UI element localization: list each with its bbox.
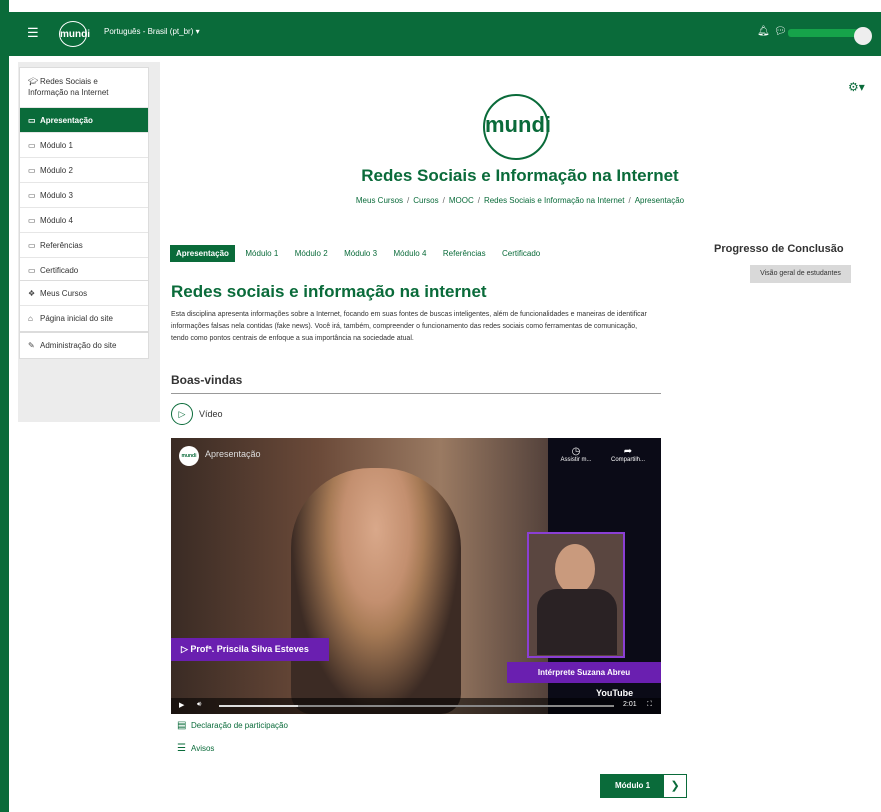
presenter-figure (291, 468, 461, 714)
courses-icon: ❖ (28, 289, 36, 298)
breadcrumb-meus-cursos[interactable]: Meus Cursos (356, 196, 403, 205)
admin-nav-block: ✎ Administração do site (19, 332, 149, 359)
hamburger-menu-icon[interactable]: ☰ (27, 26, 39, 40)
video-activity-label: Vídeo (199, 409, 223, 419)
user-avatar[interactable] (854, 27, 872, 45)
wrench-icon: ✎ (28, 341, 35, 350)
interpreter-face (555, 544, 595, 594)
participation-declaration-link[interactable]: ▤ Declaração de participação (177, 720, 288, 731)
sidebar-item-course[interactable]: 🎓︎ Redes Sociais e Informação na Internet (20, 68, 148, 108)
student-overview-button[interactable]: Visão geral de estudantes (750, 265, 851, 283)
certificate-icon: ▤ (177, 720, 187, 731)
sidebar-item-referencias[interactable]: ▭ Referências (20, 233, 148, 258)
breadcrumb-current[interactable]: Apresentação (635, 196, 684, 205)
youtube-video-player[interactable]: mundi Apresentação ◷ Assistir m... ➦ Compa… (171, 438, 661, 714)
channel-logo[interactable]: mundi (179, 446, 199, 466)
next-module-label: Módulo 1 (601, 775, 665, 797)
sidebar-item-modulo-3[interactable]: ▭ Módulo 3 (20, 183, 148, 208)
section-tabs: Apresentação Módulo 1 Módulo 2 Módulo 3 … (170, 243, 546, 262)
welcome-heading: Boas-vindas (171, 373, 243, 387)
sidebar-item-modulo-1[interactable]: ▭ Módulo 1 (20, 133, 148, 158)
youtube-logo[interactable]: YouTube (596, 688, 633, 698)
forum-icon: ☰ (177, 743, 186, 754)
interpreter-name-banner: Intérprete Suzana Abreu (507, 662, 661, 683)
completion-progress-title: Progresso de Conclusão (714, 243, 844, 255)
breadcrumb: Meus Cursos / Cursos / MOOC / Redes Sociais e … (355, 196, 685, 205)
folder-icon: ▭ (28, 116, 36, 125)
interpreter-body (537, 589, 617, 655)
tab-modulo-2[interactable]: Módulo 2 (289, 245, 334, 262)
intro-text: Esta disciplina apresenta informações so… (171, 311, 647, 342)
home-icon: ⌂ (28, 314, 33, 323)
graduation-cap-icon: 🎓︎ (28, 77, 39, 86)
notification-bell-icon[interactable]: 🔔︎ (757, 26, 770, 37)
volume-icon[interactable]: 🔊︎ (197, 701, 201, 709)
sidebar-item-admin[interactable]: ✎ Administração do site (20, 333, 148, 358)
watch-later-button[interactable]: ◷ Assistir m... (551, 446, 601, 463)
course-nav-block: 🎓︎ Redes Sociais e Informação na Internet… (19, 67, 149, 284)
sidebar-item-apresentacao[interactable]: ▭ Apresentação (20, 108, 148, 133)
play-icon[interactable]: ▶ (179, 701, 184, 709)
announcements-link[interactable]: ☰ Avisos (177, 743, 214, 754)
video-progress-fill (219, 705, 298, 707)
tab-modulo-1[interactable]: Módulo 1 (239, 245, 284, 262)
breadcrumb-mooc[interactable]: MOOC (449, 196, 474, 205)
divider (171, 393, 661, 394)
tab-referencias[interactable]: Referências (437, 245, 492, 262)
tab-modulo-4[interactable]: Módulo 4 (388, 245, 433, 262)
settings-gear-icon[interactable]: ⚙▾ (848, 80, 865, 94)
sidebar-item-modulo-2[interactable]: ▭ Módulo 2 (20, 158, 148, 183)
video-time: 2:01 (623, 701, 637, 708)
folder-icon: ▭ (28, 241, 36, 250)
tab-modulo-3[interactable]: Módulo 3 (338, 245, 383, 262)
folder-icon: ▭ (28, 216, 36, 225)
mundi-logo[interactable]: mundi (59, 21, 90, 47)
clock-icon: ◷ (571, 446, 581, 457)
fullscreen-icon[interactable]: ⛶ (647, 701, 652, 709)
sidebar-item-modulo-4[interactable]: ▭ Módulo 4 (20, 208, 148, 233)
top-navbar: ☰ mundi Português - Brasil (pt_br) ▾ 🔔︎ … (9, 12, 881, 56)
breadcrumb-course[interactable]: Redes Sociais e Informação na Internet (484, 196, 625, 205)
messages-icon[interactable]: 💬︎ (774, 26, 787, 37)
video-activity-link[interactable]: ▷ Vídeo (171, 403, 223, 425)
video-controls: ▶ 🔊︎ 2:01 ⛶ (171, 698, 661, 714)
presenter-name-banner: ▷ Profª. Priscila Silva Esteves (171, 638, 329, 661)
sidebar: 🎓︎ Redes Sociais e Informação na Internet… (18, 62, 160, 422)
share-arrow-icon: ➦ (623, 446, 633, 457)
left-border (0, 0, 9, 812)
breadcrumb-cursos[interactable]: Cursos (413, 196, 438, 205)
user-name-redacted[interactable] (788, 29, 858, 37)
share-button[interactable]: ➦ Compartilh... (603, 446, 653, 463)
folder-icon: ▭ (28, 141, 36, 150)
language-selector[interactable]: Português - Brasil (pt_br) ▾ (104, 27, 200, 36)
folder-icon: ▭ (28, 191, 36, 200)
folder-icon: ▭ (28, 166, 36, 175)
sidebar-item-meus-cursos[interactable]: ❖ Meus Cursos (20, 281, 148, 306)
next-module-button[interactable]: Módulo 1 ❯ (600, 774, 688, 798)
site-nav-block: ❖ Meus Cursos ⌂ Página inicial do site (19, 280, 149, 332)
play-circle-icon: ▷ (171, 403, 193, 425)
section-title: Redes sociais e informação na internet (171, 282, 487, 301)
mundi-brand-logo: mundi (485, 112, 551, 137)
interpreter-inset (527, 532, 625, 658)
tab-certificado[interactable]: Certificado (496, 245, 546, 262)
video-title[interactable]: Apresentação (205, 449, 261, 459)
course-title: Redes Sociais e Informação na Internet (361, 166, 679, 185)
chevron-right-icon: ❯ (664, 775, 687, 797)
sidebar-item-home[interactable]: ⌂ Página inicial do site (20, 306, 148, 331)
tab-apresentacao[interactable]: Apresentação (170, 245, 235, 262)
